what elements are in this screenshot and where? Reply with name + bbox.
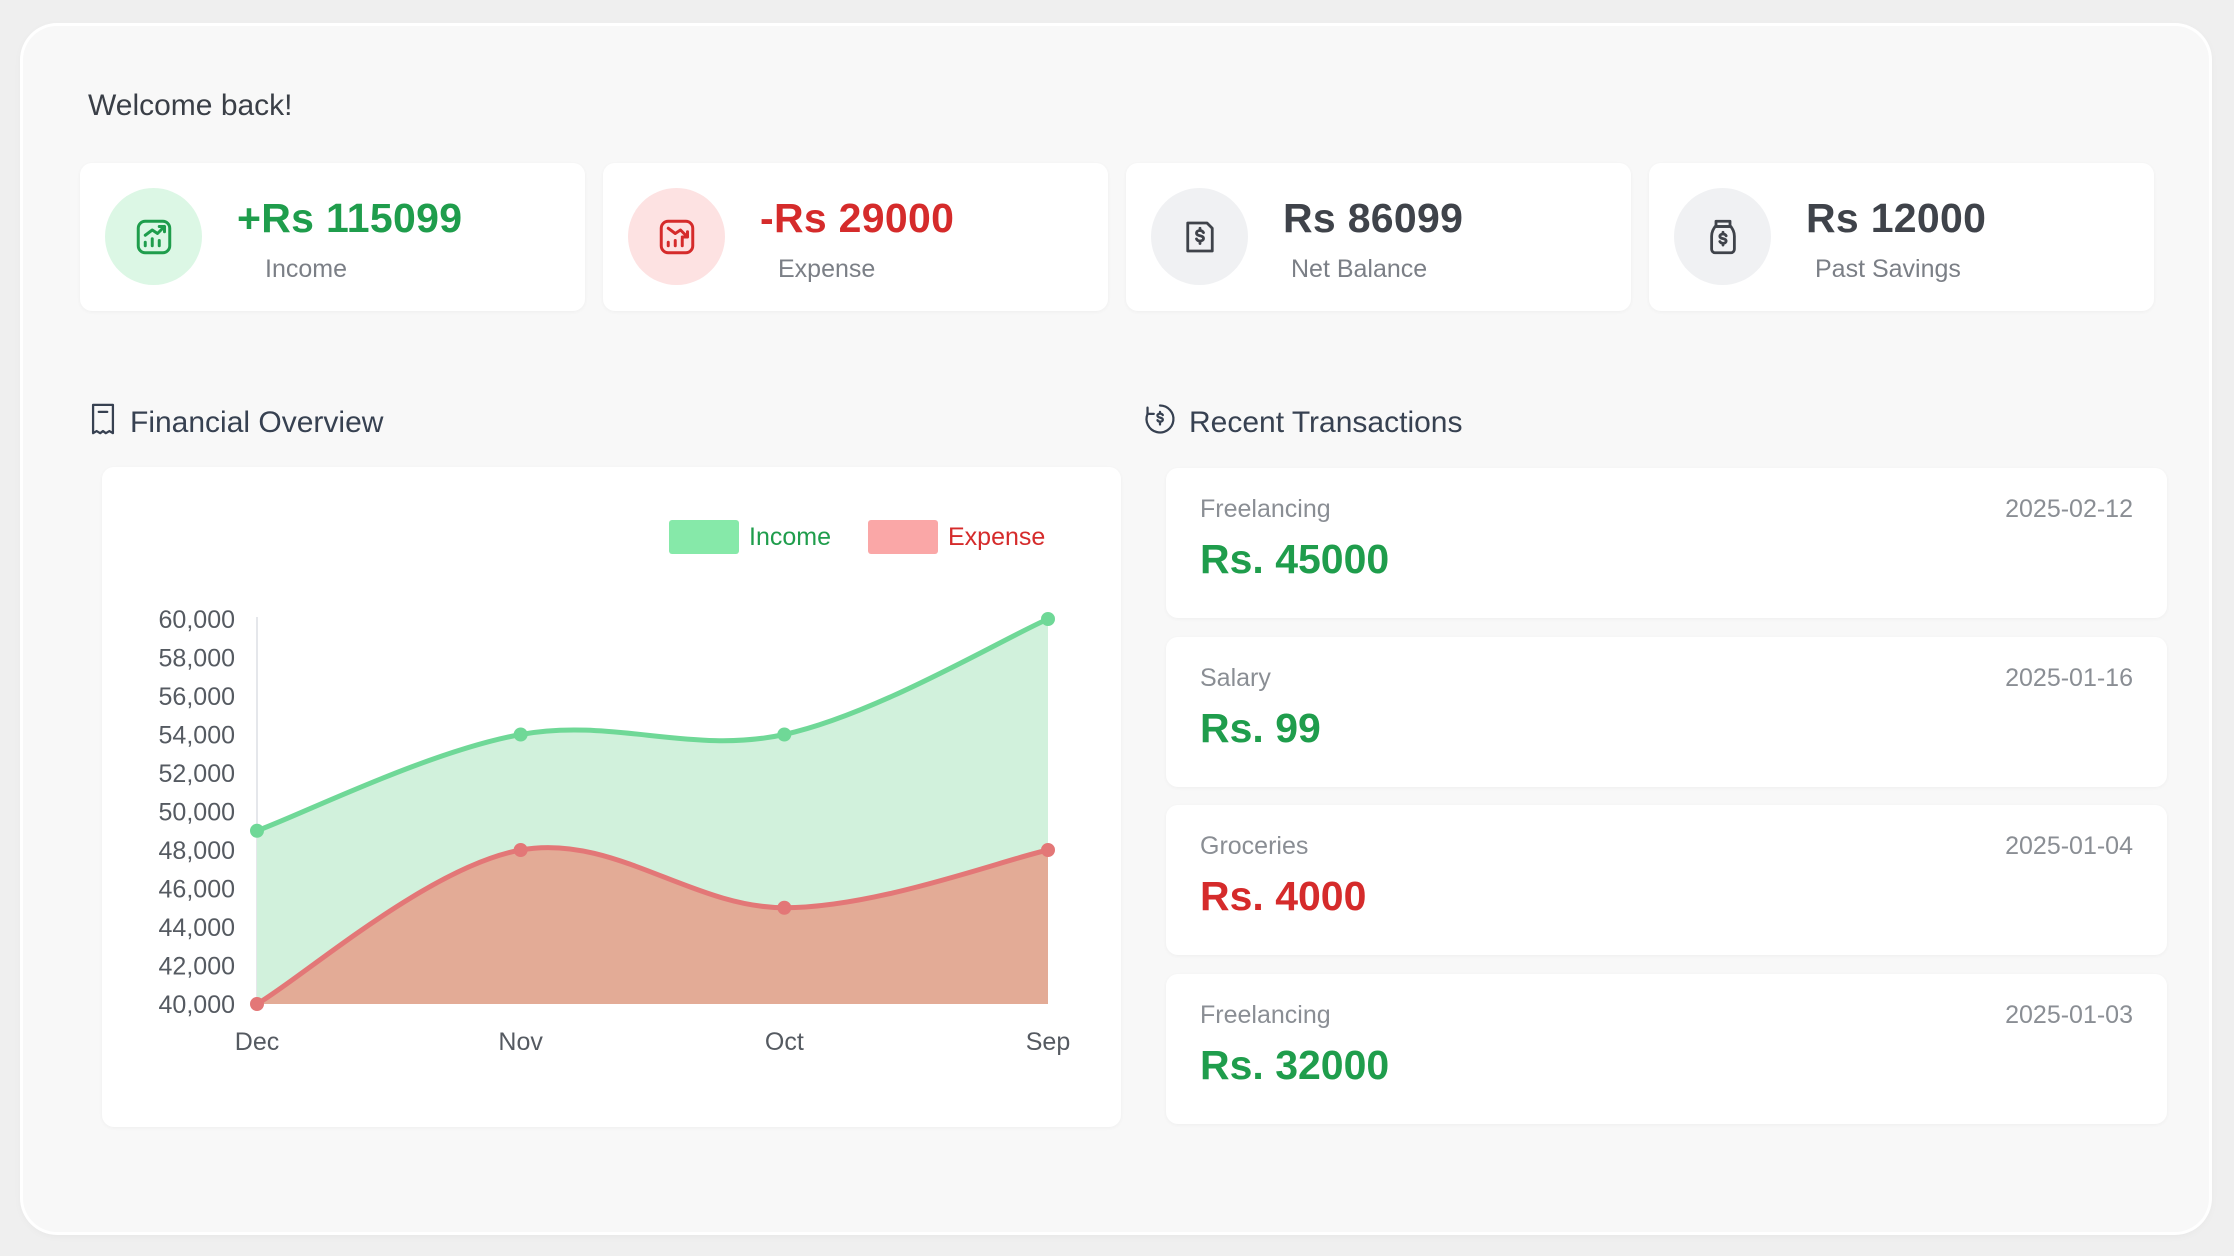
- expense-label: Expense: [778, 255, 876, 283]
- expense-data-point: [777, 900, 792, 915]
- past-savings-stat-card: Rs 12000 Past Savings: [1649, 163, 2154, 311]
- y-tick-label: 54,000: [159, 722, 235, 750]
- transaction-item[interactable]: Groceries 2025-01-04 Rs. 4000: [1166, 805, 2167, 955]
- y-tick-label: 46,000: [159, 876, 235, 904]
- recent-transactions-title: Recent Transactions: [1189, 406, 1463, 439]
- transaction-category: Freelancing: [1200, 1001, 1331, 1029]
- document-icon: [88, 402, 118, 444]
- transaction-date: 2025-01-04: [2005, 832, 2133, 860]
- receipt-dollar-icon: [1151, 188, 1248, 285]
- income-label: Income: [265, 255, 347, 283]
- chart-down-icon: [628, 188, 725, 285]
- y-tick-label: 56,000: [159, 683, 235, 711]
- x-tick-label: Sep: [1026, 1028, 1070, 1056]
- transaction-date: 2025-01-16: [2005, 664, 2133, 692]
- y-tick-label: 60,000: [159, 606, 235, 634]
- income-stat-card: +Rs 115099 Income: [80, 163, 585, 311]
- transaction-amount: Rs. 32000: [1200, 1042, 1390, 1088]
- x-tick-label: Dec: [235, 1028, 279, 1056]
- transaction-amount: Rs. 99: [1200, 705, 1321, 751]
- dashboard-panel: Welcome back! +Rs 115099 Income -Rs 2900…: [23, 26, 2209, 1232]
- income-data-point: [513, 727, 528, 742]
- x-tick-label: Nov: [498, 1028, 543, 1056]
- welcome-heading: Welcome back!: [88, 89, 293, 122]
- expense-data-point: [1041, 843, 1055, 857]
- net-balance-value: Rs 86099: [1283, 195, 1464, 241]
- y-tick-label: 52,000: [159, 760, 235, 788]
- y-tick-label: 40,000: [159, 991, 235, 1019]
- money-jar-icon: [1674, 188, 1771, 285]
- expense-stat-card: -Rs 29000 Expense: [603, 163, 1108, 311]
- transaction-category: Groceries: [1200, 832, 1309, 860]
- y-tick-label: 48,000: [159, 837, 235, 865]
- income-data-point: [250, 823, 264, 838]
- transaction-item[interactable]: Freelancing 2025-01-03 Rs. 32000: [1166, 974, 2167, 1124]
- transaction-amount: Rs. 4000: [1200, 873, 1367, 919]
- net-balance-stat-card: Rs 86099 Net Balance: [1126, 163, 1631, 311]
- net-balance-label: Net Balance: [1291, 255, 1428, 283]
- past-savings-label: Past Savings: [1815, 255, 1961, 283]
- x-tick-label: Oct: [765, 1028, 804, 1056]
- income-data-point: [1041, 612, 1055, 626]
- dollar-circle-icon: [1143, 402, 1177, 444]
- transaction-category: Freelancing: [1200, 495, 1331, 523]
- chart-up-icon: [105, 188, 202, 285]
- y-tick-label: 58,000: [159, 645, 235, 673]
- financial-overview-title: Financial Overview: [130, 406, 384, 439]
- transaction-item[interactable]: Freelancing 2025-02-12 Rs. 45000: [1166, 468, 2167, 618]
- expense-data-point: [250, 997, 264, 1011]
- expense-value: -Rs 29000: [760, 195, 955, 241]
- past-savings-value: Rs 12000: [1806, 195, 1987, 241]
- transaction-date: 2025-01-03: [2005, 1001, 2133, 1029]
- recent-transactions-heading: Recent Transactions: [1143, 402, 1462, 444]
- financial-overview-heading: Financial Overview: [88, 402, 383, 444]
- expense-data-point: [513, 843, 528, 857]
- financial-overview-chart: 60,000 58,000 56,000 54,000 52,000 50,000 48,0…: [159, 606, 1071, 1056]
- transaction-item[interactable]: Salary 2025-01-16 Rs. 99: [1166, 637, 2167, 787]
- income-value: +Rs 115099: [237, 195, 463, 241]
- y-tick-label: 50,000: [159, 799, 235, 827]
- financial-overview-chart-card: Income Expense 60,000 58,000 56,000 54,000 5…: [102, 467, 1121, 1127]
- transaction-amount: Rs. 45000: [1200, 536, 1390, 582]
- transaction-category: Salary: [1200, 664, 1271, 692]
- transaction-date: 2025-02-12: [2005, 495, 2133, 523]
- y-tick-label: 44,000: [159, 914, 235, 942]
- y-tick-label: 42,000: [159, 953, 235, 981]
- income-data-point: [777, 727, 792, 742]
